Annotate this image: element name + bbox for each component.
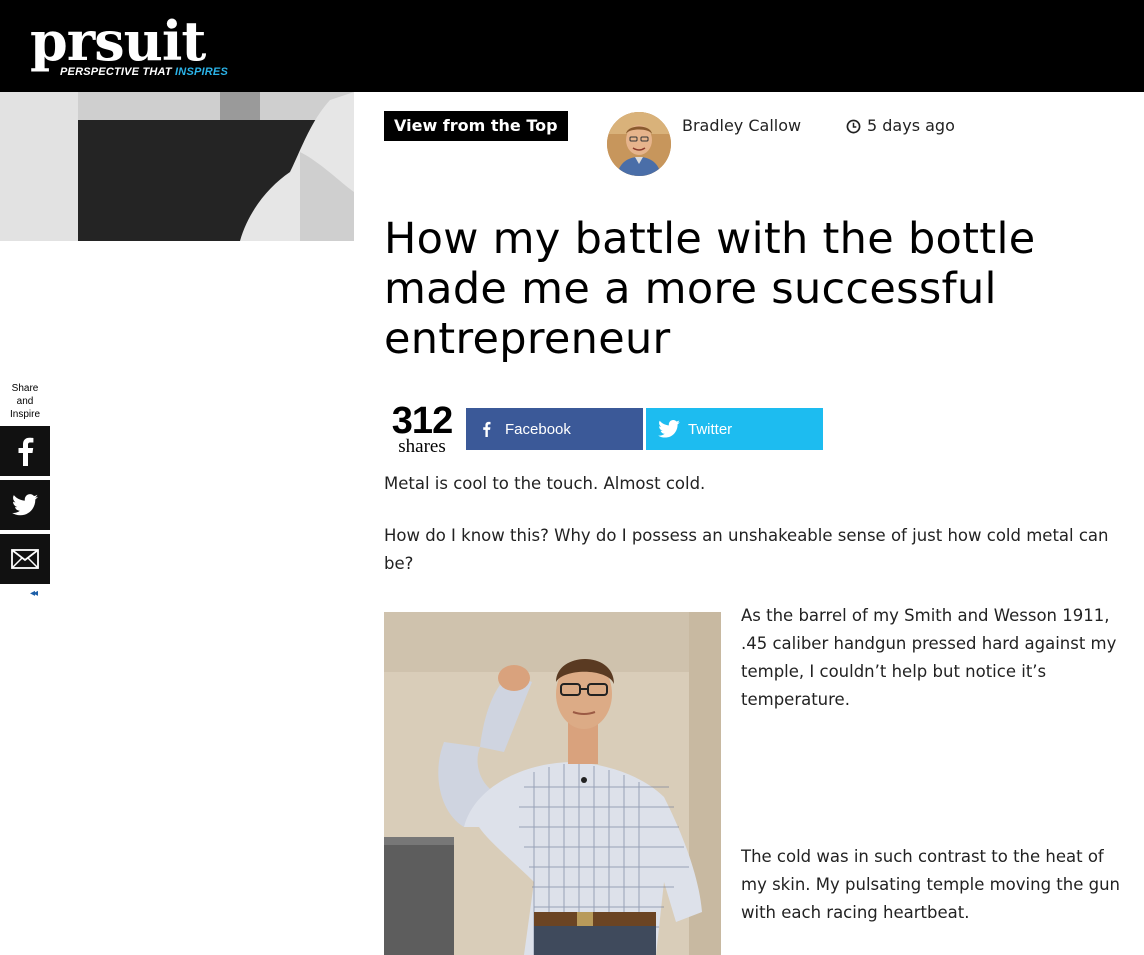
share-sidebar: Share and Inspire ◂◂ xyxy=(0,382,50,600)
article-photo xyxy=(384,612,721,955)
article-title: How my battle with the bottle made me a … xyxy=(384,214,1036,364)
share-counter: 312 shares xyxy=(384,400,460,457)
facebook-icon xyxy=(483,421,491,437)
paragraph: Metal is cool to the touch. Almost cold. xyxy=(384,474,706,493)
twitter-share-label: Twitter xyxy=(688,420,733,438)
share-count: 312 xyxy=(391,400,453,442)
tagline-prefix: PERSPECTIVE THAT xyxy=(60,66,176,78)
site-header: prsuit PERSPECTIVE THAT INSPIRES xyxy=(0,0,1144,92)
share-count-label: shares xyxy=(398,436,446,457)
category-badge[interactable]: View from the Top xyxy=(384,111,568,141)
author-name[interactable]: Bradley Callow xyxy=(682,114,801,138)
paragraph: As the barrel of my Smith and Wesson 191… xyxy=(741,606,1117,709)
tagline-accent: INSPIRES xyxy=(175,66,228,78)
facebook-share-button[interactable]: Facebook xyxy=(466,408,643,450)
logo-tagline: PERSPECTIVE THAT INSPIRES xyxy=(60,66,228,78)
sidebar-email-button[interactable] xyxy=(0,534,50,584)
facebook-share-label: Facebook xyxy=(505,420,571,438)
paragraph: The cold was in such contrast to the hea… xyxy=(741,847,1121,922)
collapse-sidebar-button[interactable]: ◂◂ xyxy=(30,588,50,600)
twitter-icon xyxy=(658,420,680,438)
publish-time: 5 days ago xyxy=(846,114,955,138)
twitter-share-button[interactable]: Twitter xyxy=(646,408,823,450)
sidebar-twitter-button[interactable] xyxy=(0,480,50,530)
hero-image xyxy=(0,92,354,241)
label-line: and xyxy=(16,396,34,407)
paragraph: How do I know this? Why do I possess an … xyxy=(384,526,1109,573)
share-sidebar-label: Share and Inspire xyxy=(0,382,50,421)
twitter-icon xyxy=(12,494,38,516)
author-avatar[interactable] xyxy=(607,112,671,176)
clock-icon xyxy=(846,119,861,133)
email-icon xyxy=(11,549,39,569)
sidebar-facebook-button[interactable] xyxy=(0,426,50,476)
label-line: Inspire xyxy=(9,409,40,420)
time-ago: 5 days ago xyxy=(867,116,955,135)
facebook-icon xyxy=(18,437,34,466)
logo-wordmark: prsuit xyxy=(30,9,206,73)
site-logo[interactable]: prsuit PERSPECTIVE THAT INSPIRES xyxy=(30,9,240,84)
label-line: Share xyxy=(11,383,39,394)
